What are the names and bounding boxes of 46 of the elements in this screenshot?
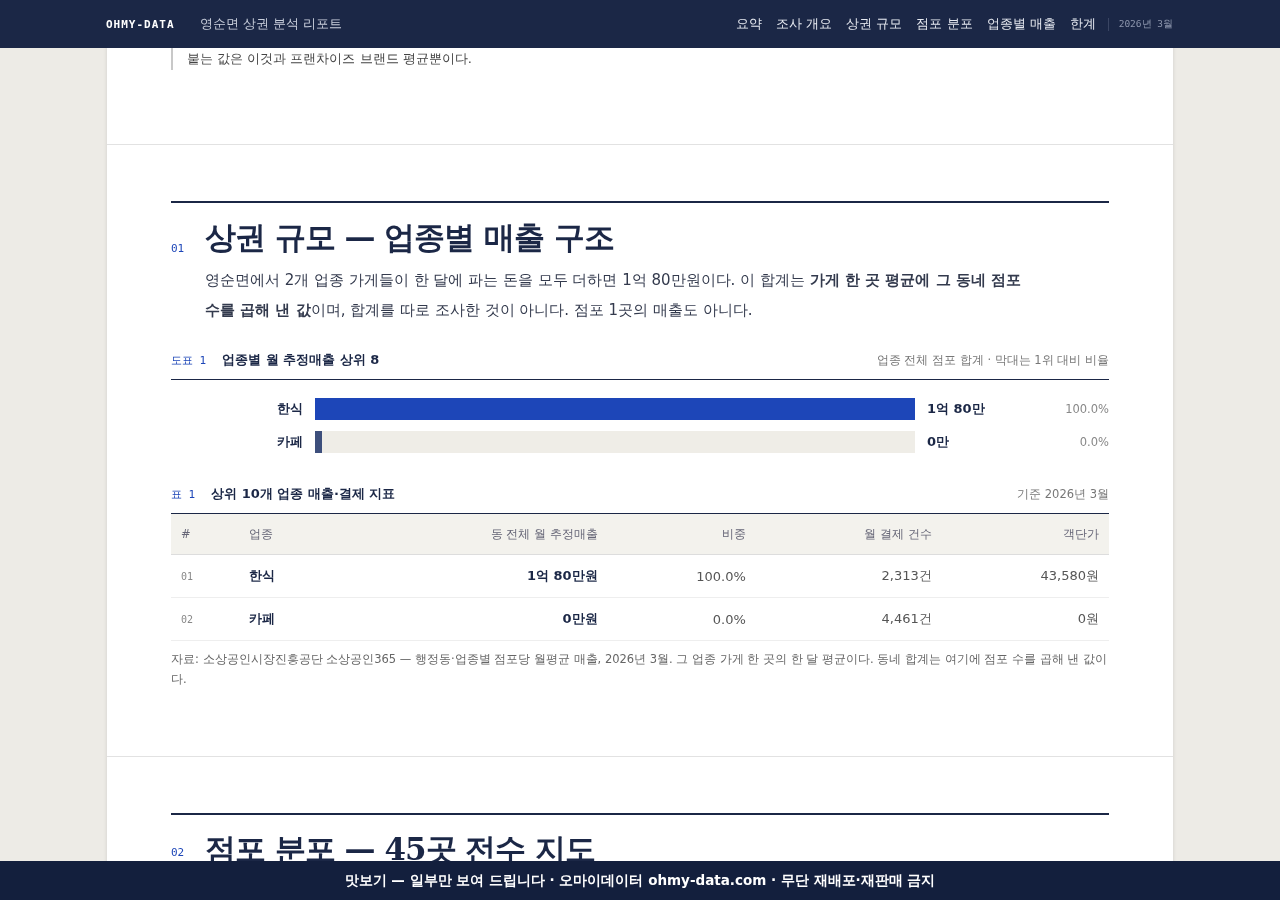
section-number: 02 bbox=[171, 846, 186, 861]
table-cell: 4,461건 bbox=[755, 597, 942, 641]
table-cell: 카페 bbox=[239, 597, 338, 641]
figure-title: 업종별 월 추정매출 상위 8 bbox=[222, 351, 380, 369]
column-header: # bbox=[171, 514, 240, 555]
nav-link[interactable]: 업종별 매출 bbox=[986, 15, 1056, 33]
table-cell: 100.0% bbox=[607, 554, 756, 598]
nav-link[interactable]: 요약 bbox=[736, 15, 763, 33]
table-cell: 0원 bbox=[941, 597, 1109, 641]
column-header: 객단가 bbox=[941, 514, 1109, 555]
column-header: 업종 bbox=[239, 514, 338, 555]
report-date: 2026년 3월 bbox=[1107, 17, 1173, 31]
report-title: 영순면 상권 분석 리포트 bbox=[199, 15, 342, 33]
column-header: 월 결제 건수 bbox=[755, 514, 942, 555]
table-cell: 2,313건 bbox=[755, 554, 942, 598]
table-cell: 0만원 bbox=[337, 597, 608, 641]
table-cell: 1억 80만원 bbox=[337, 554, 608, 598]
table-title: 상위 10개 업종 매출·결제 지표 bbox=[211, 485, 396, 503]
bar-label: 한식 bbox=[276, 400, 304, 418]
nav-link[interactable]: 한계 bbox=[1069, 15, 1096, 33]
table-cell: 01 bbox=[171, 554, 240, 598]
table-note: 기준 2026년 3월 bbox=[1017, 487, 1109, 502]
figure-label: 도표 1 bbox=[171, 353, 207, 368]
notice-text: 맛보기 — 일부만 보여 드립니다 · 오마이데이터 ohmy-data.com · 무단 재배포·재판매 금지 bbox=[344, 871, 936, 890]
nav-link[interactable]: 점포 분포 bbox=[916, 15, 973, 33]
column-header: 비중 bbox=[607, 514, 756, 555]
bar-value: 1억 80만 bbox=[926, 400, 986, 418]
quote-text: 붙는 값은 이것과 프랜차이즈 브랜드 평균뿐이다. bbox=[171, 48, 477, 70]
lead-paragraph: 영순면에서 2개 업종 가게들이 한 달에 파는 돈을 모두 더하면 1억 80만원이다. 이 합계는 가게 한 곳 평균에 그 동네 점포 수를 곱해 낸 값이며, 합계를 따로 조사한 것이 아니다. 점포 1곳의 매출도 아니다. bbox=[205, 270, 1023, 321]
column-header: 동 전체 월 추정매출 bbox=[337, 514, 608, 555]
table-cell: 43,580원 bbox=[941, 554, 1109, 598]
bar-label: 카페 bbox=[276, 433, 304, 451]
bar-share: 100.0% bbox=[1065, 402, 1109, 416]
table-cell: 한식 bbox=[239, 554, 338, 598]
bar-share: 0.0% bbox=[1079, 435, 1109, 449]
table-label: 표 1 bbox=[171, 487, 196, 502]
brand-logo[interactable]: OHMY-DATA bbox=[106, 17, 175, 31]
figure-note: 업종 전체 점포 합계 · 막대는 1위 대비 비율 bbox=[876, 353, 1109, 368]
nav-link[interactable]: 조사 개요 bbox=[776, 15, 833, 33]
source-note: 자료: 소상공인시장진흥공단 소상공인365 — 행정동·업종별 점포당 월평균 매출, 2026년 3월. 그 업종 가게 한 곳의 한 달 평균이다. 동네 합계는 여기에 점포 수를 곱해 낸 값이다. bbox=[171, 651, 1108, 688]
section-heading: 상권 규모 — 업종별 매출 구조 bbox=[205, 218, 614, 257]
section-number: 01 bbox=[171, 242, 186, 257]
table-cell: 0.0% bbox=[607, 597, 756, 641]
nav-link[interactable]: 상권 규모 bbox=[846, 15, 903, 33]
bar-value: 0만 bbox=[926, 433, 951, 451]
table-cell: 02 bbox=[171, 597, 240, 641]
